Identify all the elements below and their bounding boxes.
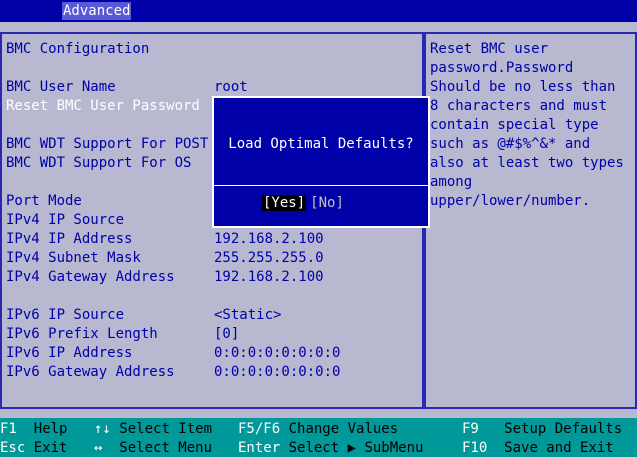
load-defaults-dialog: Load Optimal Defaults? [Yes] [No] (212, 96, 430, 228)
item-ipv4-ip-address[interactable]: IPv4 IP Address (6, 230, 132, 248)
help-line: among (430, 174, 473, 190)
top-menu-bar: Advanced (0, 0, 637, 22)
value-ipv6-ip-source: <Static> (214, 307, 282, 323)
item-bmc-wdt-post[interactable]: BMC WDT Support For POST (6, 135, 208, 153)
section-title: BMC Configuration (6, 41, 150, 57)
item-ipv6-gateway-address[interactable]: IPv6 Gateway Address (6, 363, 175, 381)
value-ipv6-ip-address: 0:0:0:0:0:0:0:0 (214, 345, 341, 361)
item-ipv4-gateway-address[interactable]: IPv4 Gateway Address (6, 268, 175, 286)
dialog-divider (214, 185, 428, 186)
help-line: Reset BMC user (430, 41, 549, 57)
help-line: Should be no less than (430, 79, 616, 95)
dialog-title: Load Optimal Defaults? (228, 136, 414, 152)
key-hint-select-menu: ↔ Select Menu (94, 440, 213, 456)
no-button[interactable]: [No] (310, 195, 344, 211)
yes-button[interactable]: [Yes] (262, 195, 307, 211)
item-ipv6-ip-source[interactable]: IPv6 IP Source (6, 306, 124, 324)
item-bmc-user-name[interactable]: BMC User Name (6, 78, 116, 96)
key-hint-esc: Esc Exit (0, 440, 68, 456)
help-line: such as @#$%^&* and (430, 136, 591, 152)
item-ipv4-subnet-mask[interactable]: IPv4 Subnet Mask (6, 249, 141, 267)
item-bmc-wdt-os[interactable]: BMC WDT Support For OS (6, 154, 191, 172)
item-ipv4-ip-source[interactable]: IPv4 IP Source (6, 211, 124, 229)
key-hint-change-values: F5/F6 Change Values (238, 421, 399, 437)
key-hint-f1: F1 Help (0, 421, 68, 437)
help-line: 8 characters and must (430, 98, 608, 114)
key-hint-select-item: ↑↓ Select Item (94, 421, 213, 437)
item-ipv6-prefix-length[interactable]: IPv6 Prefix Length (6, 325, 158, 343)
value-ipv6-gateway-address: 0:0:0:0:0:0:0:0 (214, 364, 341, 380)
item-reset-bmc-user-password[interactable]: Reset BMC User Password (6, 97, 200, 115)
dialog-buttons: [Yes] [No] (262, 193, 344, 213)
value-ipv6-prefix-length: [0] (214, 326, 240, 342)
key-hint-enter-submenu: Enter Select ▶ SubMenu (238, 440, 424, 456)
value-ipv4-subnet-mask: 255.255.255.0 (214, 250, 324, 266)
help-line: upper/lower/number. (430, 193, 591, 209)
help-line: password.Password (430, 60, 574, 76)
key-hint-setup-defaults: F9 Setup Defaults (462, 421, 623, 437)
key-help-bar: F1 Help Esc Exit ↑↓ Select Item ↔ Select… (0, 418, 637, 457)
item-ipv6-ip-address[interactable]: IPv6 IP Address (6, 344, 132, 362)
value-ipv4-gateway-address: 192.168.2.100 (214, 269, 324, 285)
key-hint-save-exit: F10 Save and Exit (462, 440, 614, 456)
value-bmc-user-name: root (214, 79, 248, 95)
help-line: contain special type (430, 117, 599, 133)
tab-advanced[interactable]: Advanced (62, 2, 132, 20)
help-line: also at least two types (430, 155, 624, 171)
item-port-mode[interactable]: Port Mode (6, 192, 82, 210)
value-ipv4-ip-address: 192.168.2.100 (214, 231, 324, 247)
